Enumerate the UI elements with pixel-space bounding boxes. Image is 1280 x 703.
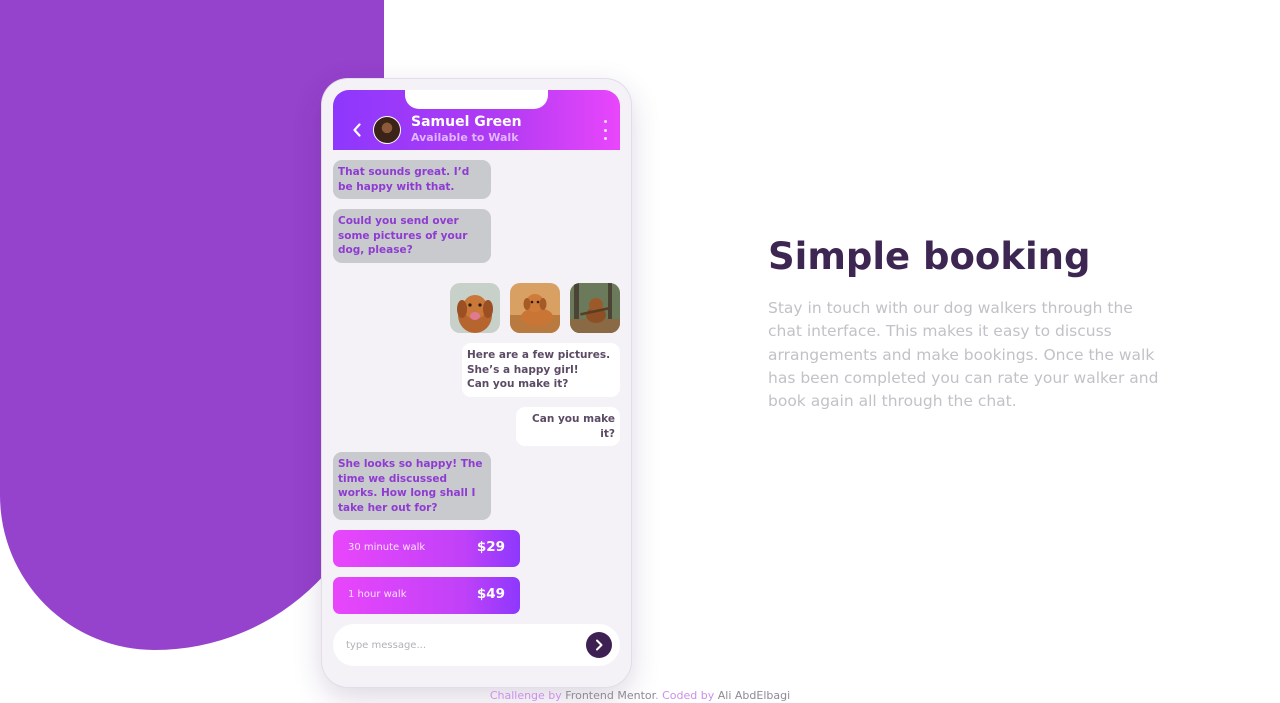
back-button[interactable] xyxy=(347,118,367,142)
chevron-right-icon xyxy=(596,639,603,651)
more-options-button[interactable] xyxy=(600,120,610,140)
contact-status: Available to Walk xyxy=(411,131,519,144)
more-vertical-icon xyxy=(603,120,607,123)
page-heading: Simple booking xyxy=(768,235,1091,278)
message-bubble-incoming: That sounds great. I’d be happy with tha… xyxy=(333,160,491,199)
offer-price: $49 xyxy=(476,586,505,602)
message-bubble-incoming: Could you send over some pictures of you… xyxy=(333,209,491,263)
offer-price: $29 xyxy=(476,539,505,555)
dog-photo-1-image xyxy=(450,283,500,333)
attribution: Challenge by Frontend Mentor. Coded by A… xyxy=(0,689,1280,702)
offer-label: 30 minute walk xyxy=(348,542,426,553)
author-link[interactable]: Ali AbdElbagi xyxy=(718,689,790,702)
challenge-prefix: Challenge by xyxy=(489,689,562,702)
offer-1-hour-walk-button[interactable]: 1 hour walk $49 xyxy=(333,577,520,614)
dog-photo-1[interactable] xyxy=(450,283,500,333)
avatar[interactable] xyxy=(373,116,401,144)
offer-label: 1 hour walk xyxy=(348,589,407,600)
message-composer xyxy=(333,624,620,666)
chat-header: Samuel Green Available to Walk xyxy=(333,90,620,150)
dog-photo-3[interactable] xyxy=(570,283,620,333)
contact-name: Samuel Green xyxy=(411,114,522,130)
offer-30-minute-walk-button[interactable]: 30 minute walk $29 xyxy=(333,530,520,567)
attribution-separator: . xyxy=(655,689,659,702)
phone-mockup: Samuel Green Available to Walk That soun… xyxy=(322,79,631,687)
coded-prefix: Coded by xyxy=(662,689,715,702)
send-button[interactable] xyxy=(586,632,612,658)
page-description: Stay in touch with our dog walkers throu… xyxy=(768,299,1159,411)
message-bubble-outgoing: Here are a few pictures. She’s a happy g… xyxy=(462,343,620,397)
message-bubble-incoming: She looks so happy! The time we discusse… xyxy=(333,452,491,520)
dog-photo-3-image xyxy=(570,283,620,333)
message-bubble-outgoing: Can you make it? xyxy=(516,407,620,446)
frontend-mentor-link[interactable]: Frontend Mentor xyxy=(565,689,655,702)
chevron-left-icon xyxy=(353,123,361,137)
phone-notch xyxy=(405,90,548,109)
message-input[interactable] xyxy=(346,635,576,655)
dog-photo-2[interactable] xyxy=(510,283,560,333)
dog-photo-2-image xyxy=(510,283,560,333)
